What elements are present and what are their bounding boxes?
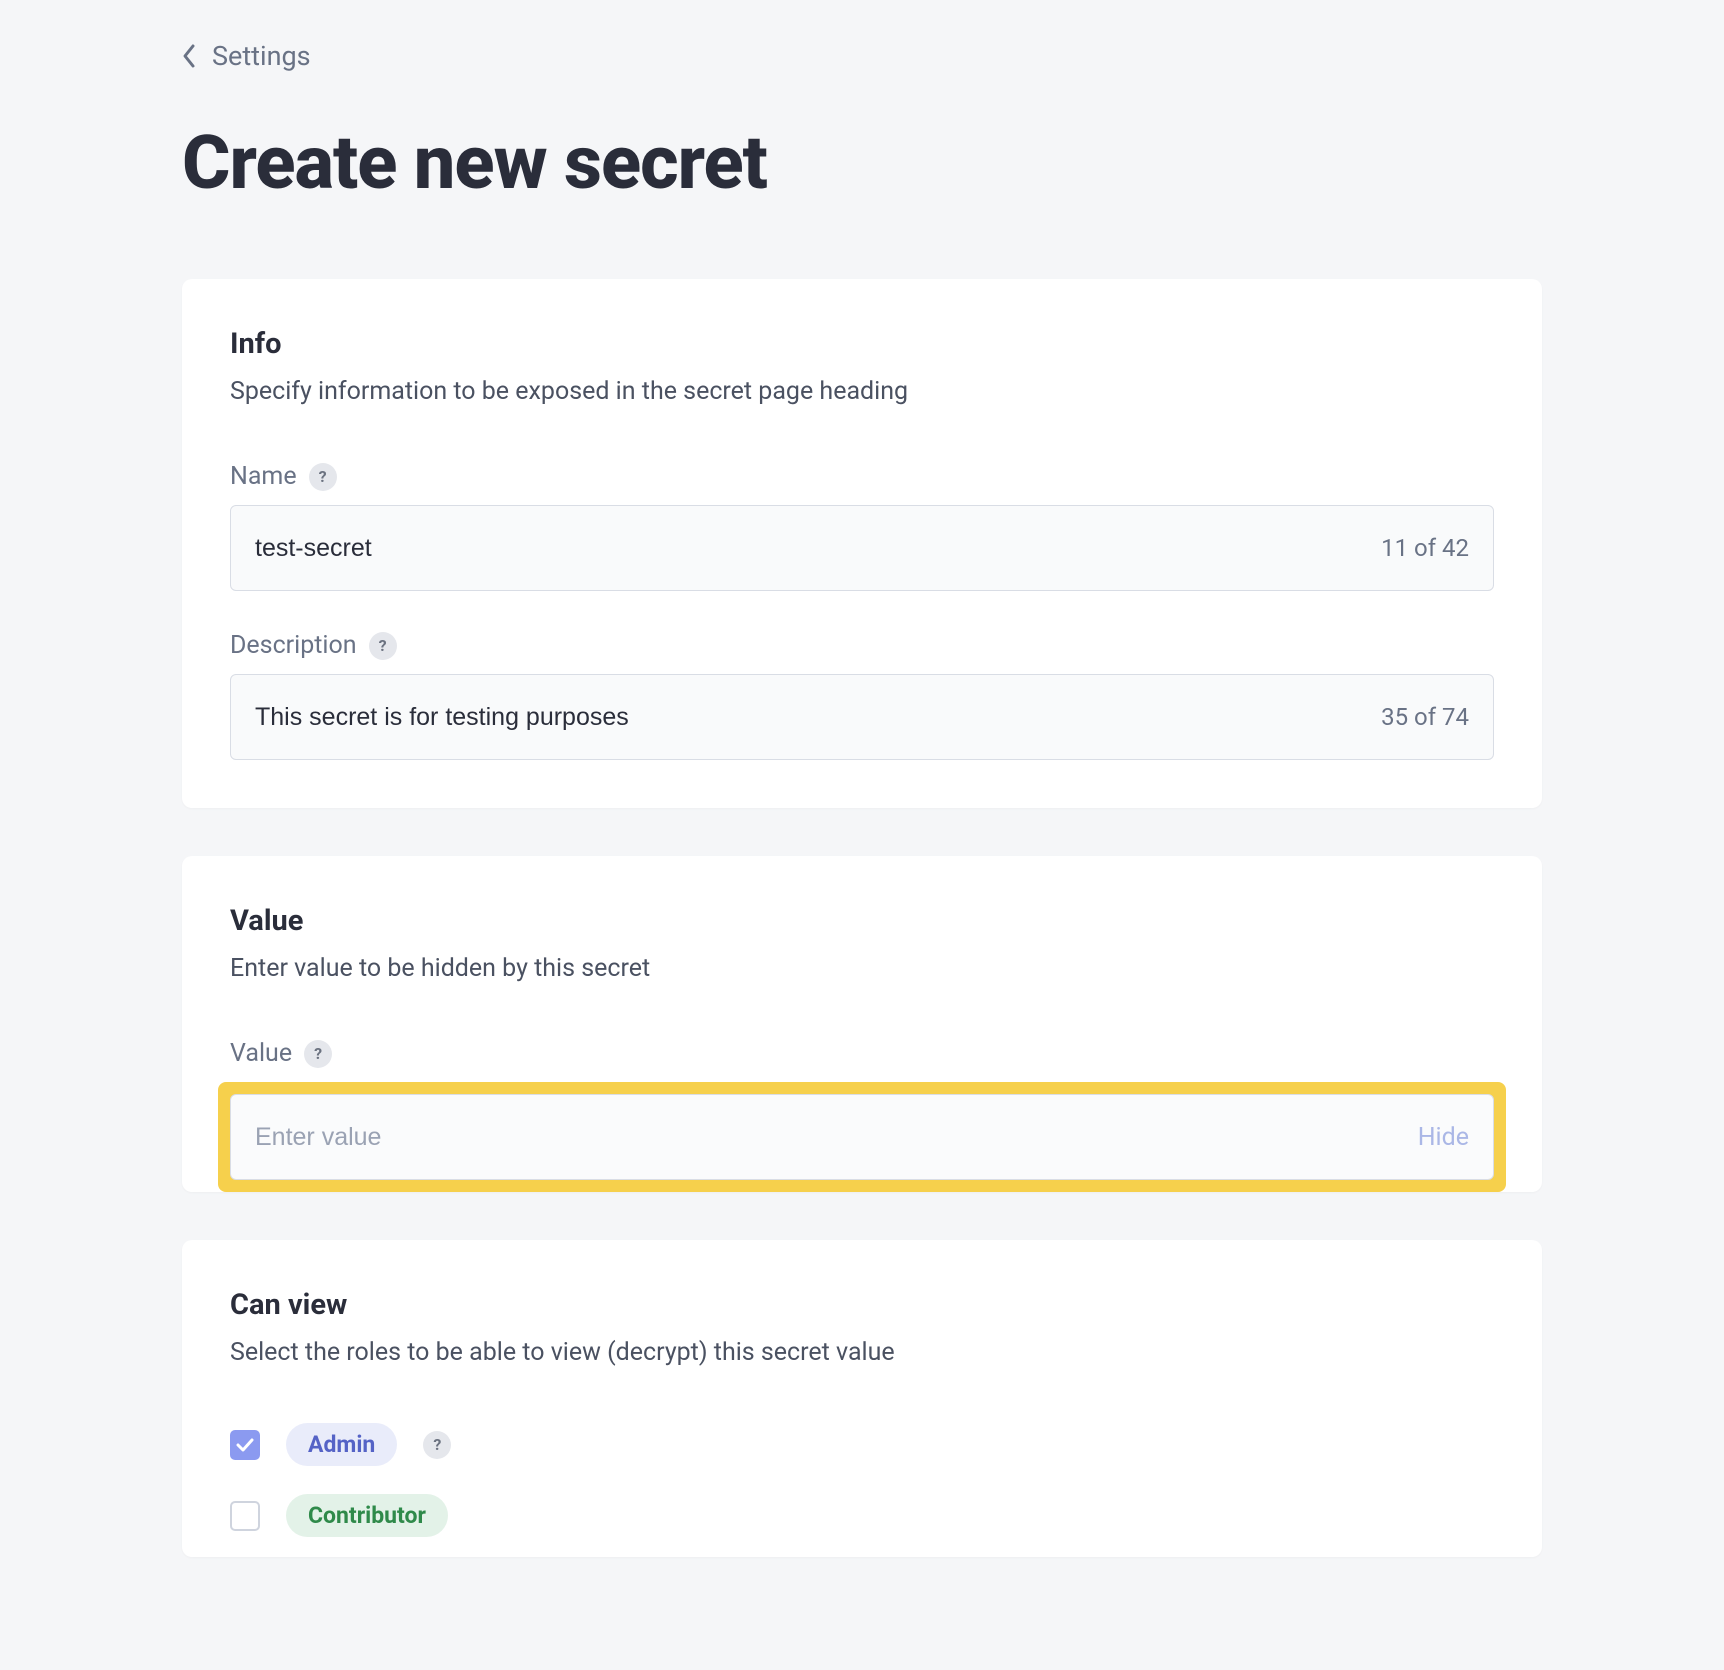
value-label: Value (230, 1039, 292, 1068)
name-char-counter: 11 of 42 (1381, 534, 1469, 562)
value-input[interactable] (255, 1095, 1398, 1179)
description-input-wrap: 35 of 74 (230, 674, 1494, 760)
role-pill-admin: Admin (286, 1423, 397, 1466)
value-input-wrap: Hide (230, 1094, 1494, 1180)
check-icon (236, 1438, 254, 1452)
role-checkbox-contributor[interactable] (230, 1501, 260, 1531)
value-highlight: Hide (218, 1082, 1506, 1192)
help-icon[interactable]: ? (423, 1431, 451, 1459)
chevron-left-icon (182, 43, 198, 69)
info-section-title: Info (230, 327, 1494, 361)
description-input[interactable] (255, 675, 1361, 759)
info-card: Info Specify information to be exposed i… (182, 279, 1542, 808)
value-card: Value Enter value to be hidden by this s… (182, 856, 1542, 1192)
role-row-admin: Admin ? (230, 1423, 1494, 1466)
can-view-desc: Select the roles to be able to view (dec… (230, 1338, 1494, 1367)
description-field-group: Description ? 35 of 74 (230, 631, 1494, 760)
value-section-title: Value (230, 904, 1494, 938)
hide-toggle[interactable]: Hide (1418, 1123, 1469, 1152)
help-icon[interactable]: ? (309, 463, 337, 491)
help-icon[interactable]: ? (304, 1040, 332, 1068)
role-pill-contributor: Contributor (286, 1494, 448, 1537)
name-input-wrap: 11 of 42 (230, 505, 1494, 591)
value-section-desc: Enter value to be hidden by this secret (230, 954, 1494, 983)
can-view-title: Can view (230, 1288, 1494, 1322)
description-char-counter: 35 of 74 (1381, 703, 1469, 731)
name-input[interactable] (255, 506, 1361, 590)
value-field-group: Value ? Hide (230, 1039, 1494, 1192)
role-checkbox-admin[interactable] (230, 1430, 260, 1460)
breadcrumb-back[interactable]: Settings (182, 40, 1542, 72)
role-row-contributor: Contributor (230, 1494, 1494, 1537)
page-title: Create new secret (182, 120, 1542, 207)
description-label: Description (230, 631, 357, 660)
breadcrumb-label: Settings (212, 40, 311, 72)
info-section-desc: Specify information to be exposed in the… (230, 377, 1494, 406)
help-icon[interactable]: ? (369, 632, 397, 660)
can-view-card: Can view Select the roles to be able to … (182, 1240, 1542, 1557)
name-label: Name (230, 462, 297, 491)
name-field-group: Name ? 11 of 42 (230, 462, 1494, 591)
